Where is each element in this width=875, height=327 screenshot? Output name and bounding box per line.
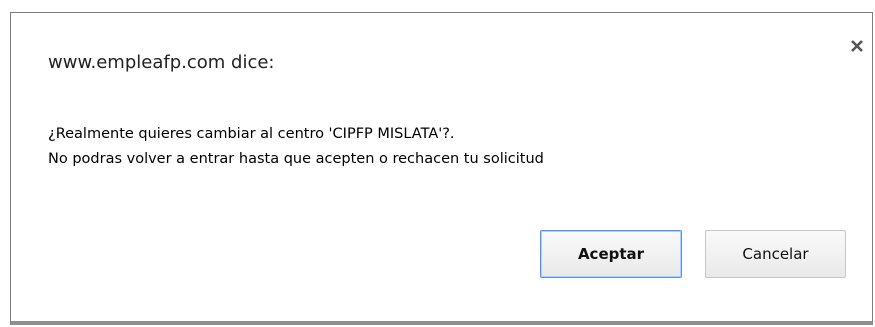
- dialog-message-line1: ¿Realmente quieres cambiar al centro 'CI…: [48, 126, 455, 142]
- accept-button[interactable]: Aceptar: [540, 230, 682, 278]
- accept-button-label: Aceptar: [577, 245, 645, 263]
- cancel-button-label: Cancelar: [742, 245, 809, 263]
- dialog-title: www.empleafp.com dice:: [48, 52, 275, 73]
- close-icon[interactable]: [848, 37, 866, 55]
- cancel-button[interactable]: Cancelar: [705, 230, 846, 278]
- dialog-message-line2: No podras volver a entrar hasta que acep…: [48, 151, 544, 167]
- alert-dialog: www.empleafp.com dice: ¿Realmente quiere…: [10, 12, 873, 325]
